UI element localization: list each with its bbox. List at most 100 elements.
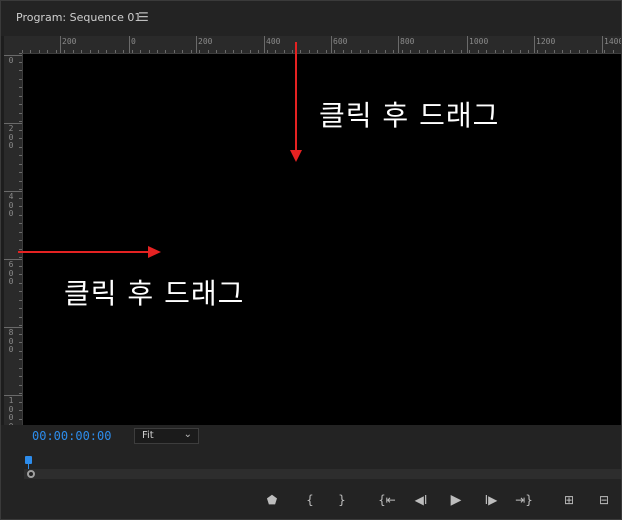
step-forward-icon: I▶ (484, 493, 498, 507)
ruler-label: 200 (198, 37, 213, 46)
go-to-out-button[interactable]: ⇥} (513, 489, 535, 511)
ruler-minor-tick (410, 50, 411, 53)
ruler-minor-tick (19, 266, 22, 267)
ruler-major-tick (129, 36, 130, 53)
ruler-minor-tick (19, 249, 22, 250)
ruler-major-tick (60, 36, 61, 53)
ruler-minor-tick (19, 155, 22, 156)
ruler-minor-tick (461, 50, 462, 53)
lift-button[interactable]: ⊞ (558, 489, 580, 511)
ruler-minor-tick (250, 50, 251, 53)
step-back-icon: ◀I (414, 493, 428, 507)
extract-button[interactable]: ⊟ (593, 489, 615, 511)
vertical-ruler[interactable]: 0 200 400 600 800 1000 (4, 53, 23, 425)
ruler-minor-tick (19, 198, 22, 199)
ruler-label: 800 (400, 37, 415, 46)
video-display[interactable]: 클릭 후 드래그 클릭 후 드래그 (23, 54, 622, 425)
ruler-label: 200 (8, 124, 14, 151)
step-back-button[interactable]: ◀I (410, 489, 432, 511)
ruler-minor-tick (241, 50, 242, 53)
ruler-minor-tick (19, 206, 22, 207)
ruler-minor-tick (368, 50, 369, 53)
ruler-minor-tick (604, 50, 605, 53)
ruler-minor-tick (343, 50, 344, 53)
ruler-minor-tick (292, 50, 293, 53)
ruler-minor-tick (326, 50, 327, 53)
ruler-minor-tick (132, 50, 133, 53)
ruler-minor-tick (174, 50, 175, 53)
ruler-minor-tick (19, 274, 22, 275)
timeline-scrub-bar[interactable] (24, 469, 622, 479)
play-icon: ▶ (450, 492, 462, 508)
ruler-minor-tick (427, 50, 428, 53)
ruler-minor-tick (596, 50, 597, 53)
ruler-minor-tick (19, 121, 22, 122)
marker-icon: ⬟ (266, 493, 278, 507)
ruler-minor-tick (267, 50, 268, 53)
go-to-in-icon: {⇤ (378, 493, 396, 507)
panel-title[interactable]: Program: Sequence 01 (16, 11, 141, 24)
playhead-timecode[interactable]: 00:00:00:00 (32, 429, 111, 443)
ruler-minor-tick (199, 50, 200, 53)
ruler-minor-tick (317, 50, 318, 53)
mark-in-button[interactable]: { (299, 489, 321, 511)
ruler-minor-tick (19, 223, 22, 224)
horizontal-ruler[interactable]: 200 0 200 400 600 800 1000 1200 1400 (22, 36, 622, 54)
ruler-major-tick (196, 36, 197, 53)
ruler-minor-tick (140, 50, 141, 53)
ruler-major-tick (602, 36, 603, 53)
ruler-minor-tick (39, 50, 40, 53)
go-to-out-icon: ⇥} (515, 493, 533, 507)
ruler-minor-tick (275, 50, 276, 53)
ruler-label: 1000 (8, 396, 14, 425)
ruler-minor-tick (19, 410, 22, 411)
ruler-minor-tick (579, 50, 580, 53)
ruler-minor-tick (191, 50, 192, 53)
play-button[interactable]: ▶ (445, 489, 467, 511)
hamburger-menu-icon[interactable]: ☰ (138, 10, 149, 24)
ruler-minor-tick (419, 50, 420, 53)
ruler-label: 1400 (604, 37, 622, 46)
ruler-minor-tick (64, 50, 65, 53)
ruler-major-tick (264, 36, 265, 53)
ruler-minor-tick (486, 50, 487, 53)
ruler-minor-tick (19, 113, 22, 114)
ruler-minor-tick (216, 50, 217, 53)
ruler-major-tick (467, 36, 468, 53)
ruler-minor-tick (19, 172, 22, 173)
ruler-minor-tick (309, 50, 310, 53)
ruler-major-tick (398, 36, 399, 53)
ruler-minor-tick (511, 50, 512, 53)
ruler-minor-tick (258, 50, 259, 53)
top-drag-instruction: 클릭 후 드래그 (319, 99, 500, 132)
ruler-minor-tick (19, 351, 22, 352)
ruler-minor-tick (469, 50, 470, 53)
mark-out-button[interactable]: } (331, 489, 353, 511)
program-monitor-panel: Program: Sequence 01 ☰ 200 0 200 400 600 800 1… (0, 0, 622, 520)
ruler-minor-tick (19, 53, 22, 54)
ruler-minor-tick (19, 291, 22, 292)
ruler-minor-tick (19, 70, 22, 71)
ruler-label: 0 (131, 37, 136, 46)
mark-in-icon: { (306, 493, 314, 507)
ruler-minor-tick (19, 300, 22, 301)
ruler-label: 1000 (469, 37, 489, 46)
add-marker-button[interactable]: ⬟ (261, 489, 283, 511)
ruler-minor-tick (165, 50, 166, 53)
ruler-minor-tick (537, 50, 538, 53)
ruler-minor-tick (19, 393, 22, 394)
ruler-minor-tick (225, 50, 226, 53)
step-forward-button[interactable]: I▶ (480, 489, 502, 511)
ruler-minor-tick (587, 50, 588, 53)
chevron-down-icon: ⌄ (183, 429, 192, 440)
transport-controls: 00:00:00:00 Fit ⌄ ⬟ {} {⇤ ◀I ▶ I▶ ⇥} ⊞ ⊟ (0, 425, 622, 520)
playhead-handle[interactable] (25, 456, 32, 464)
ruler-minor-tick (19, 342, 22, 343)
ruler-minor-tick (19, 334, 22, 335)
ruler-minor-tick (19, 385, 22, 386)
ruler-major-tick (4, 327, 22, 328)
zoom-scroll-handle[interactable] (27, 470, 35, 478)
ruler-minor-tick (393, 50, 394, 53)
go-to-in-button[interactable]: {⇤ (376, 489, 398, 511)
zoom-level-select[interactable]: Fit ⌄ (134, 428, 199, 444)
